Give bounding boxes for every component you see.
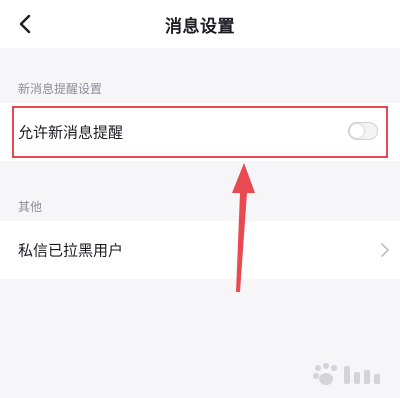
nav-bar: 消息设置 — [0, 0, 400, 48]
section-header-other: 其他 — [18, 200, 43, 214]
section-header-notification: 新消息提醒设置 — [18, 82, 103, 96]
blocked-users-label: 私信已拉黑用户 — [18, 241, 124, 260]
toggle-knob — [350, 124, 364, 138]
page-title: 消息设置 — [165, 17, 235, 37]
allow-new-message-label: 允许新消息提醒 — [18, 123, 124, 142]
allow-new-message-row[interactable]: 允许新消息提醒 — [0, 103, 400, 161]
chevron-right-icon — [381, 243, 389, 257]
allow-new-message-toggle[interactable] — [348, 122, 378, 140]
blocked-users-row[interactable]: 私信已拉黑用户 — [0, 221, 400, 279]
watermark-logo — [313, 363, 380, 385]
